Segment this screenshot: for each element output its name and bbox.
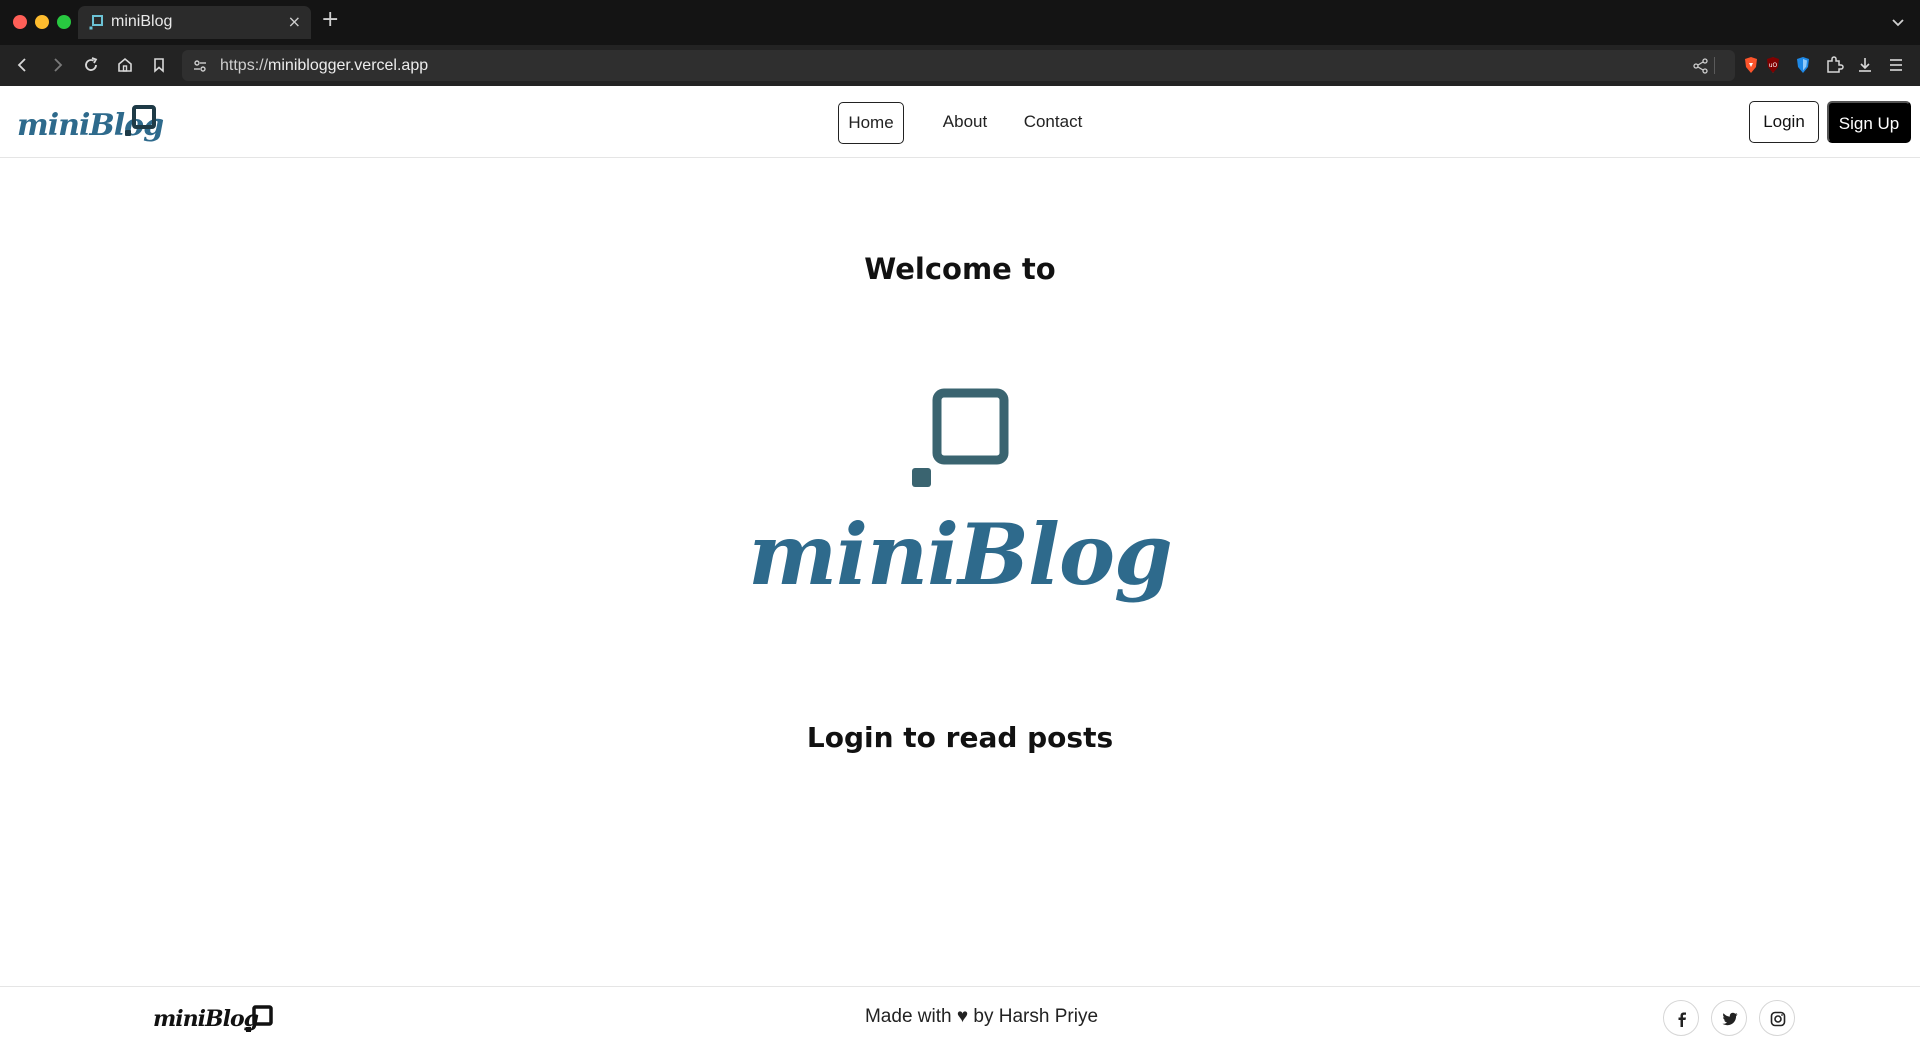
facebook-link[interactable]	[1663, 1000, 1699, 1036]
miniblog-logo-icon	[125, 105, 156, 136]
back-arrow-icon[interactable]	[13, 55, 33, 75]
login-button[interactable]: Login	[1749, 101, 1819, 143]
url-scheme: https://	[220, 57, 269, 74]
window-minimize-button[interactable]	[35, 15, 49, 29]
svg-text:uO: uO	[1769, 62, 1778, 69]
site-footer: miniBlog Made with ♥ by Harsh Priye	[0, 986, 1920, 1048]
brave-shield-icon[interactable]	[1741, 55, 1761, 75]
extensions-puzzle-icon[interactable]	[1824, 55, 1844, 75]
nav-about-link[interactable]: About	[935, 102, 995, 144]
chevron-down-icon[interactable]	[1890, 14, 1906, 30]
instagram-icon	[1770, 1011, 1786, 1027]
navigation-toolbar: https://miniblogger.vercel.app uO	[0, 45, 1920, 86]
footer-credit: Made with ♥ by Harsh Priye	[864, 1006, 1099, 1027]
welcome-heading: Welcome to	[864, 252, 1056, 286]
home-icon[interactable]	[115, 55, 135, 75]
site-header: miniBlog Home About Contact Login Sign U…	[0, 86, 1920, 158]
twitter-icon	[1722, 1012, 1738, 1026]
browser-tab[interactable]: miniBlog ×	[78, 6, 311, 39]
forward-arrow-icon[interactable]	[47, 55, 67, 75]
header-logo[interactable]: miniBlog	[17, 100, 167, 146]
hero-wordmark: miniBlog	[748, 505, 1172, 604]
tab-strip: miniBlog × +	[0, 0, 1920, 45]
site-settings-icon[interactable]	[192, 58, 208, 74]
bookmark-icon[interactable]	[149, 55, 169, 75]
reload-icon[interactable]	[81, 55, 101, 75]
ublock-origin-icon[interactable]: uO	[1763, 55, 1783, 75]
facebook-icon	[1678, 1012, 1686, 1027]
miniblog-favicon-icon	[89, 15, 103, 30]
download-icon[interactable]	[1855, 55, 1875, 75]
nav-contact-link[interactable]: Contact	[1015, 102, 1091, 144]
browser-chrome: miniBlog × + https://miniblogger.vercel.…	[0, 0, 1920, 86]
window-zoom-button[interactable]	[57, 15, 71, 29]
tab-close-icon[interactable]: ×	[288, 12, 301, 31]
instagram-link[interactable]	[1759, 1000, 1795, 1036]
share-icon[interactable]	[1692, 57, 1710, 75]
hamburger-menu-icon[interactable]	[1886, 55, 1906, 75]
window-close-button[interactable]	[13, 15, 27, 29]
url-host: miniblogger.vercel.app	[268, 57, 429, 74]
miniblog-logo-icon	[912, 388, 1009, 487]
nav-home-link[interactable]: Home	[838, 102, 904, 144]
tab-title: miniBlog	[111, 13, 173, 30]
twitter-link[interactable]	[1711, 1000, 1747, 1036]
bitwarden-shield-icon[interactable]	[1793, 55, 1813, 75]
url-divider	[1714, 57, 1715, 74]
login-prompt-heading: Login to read posts	[806, 721, 1114, 754]
address-bar[interactable]: https://miniblogger.vercel.app	[182, 50, 1735, 81]
url-text: https://miniblogger.vercel.app	[220, 57, 428, 75]
signup-button[interactable]: Sign Up	[1827, 101, 1911, 143]
new-tab-button[interactable]: +	[321, 8, 339, 32]
